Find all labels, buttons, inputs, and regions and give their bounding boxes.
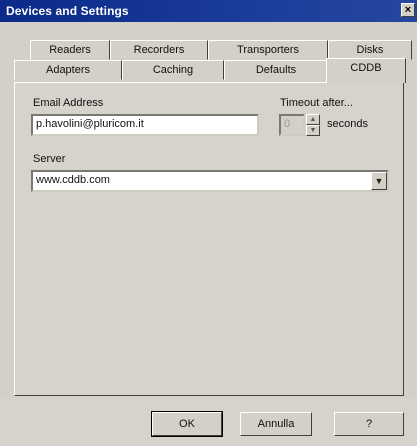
help-button[interactable]: ? xyxy=(334,412,404,436)
tab-transporters[interactable]: Transporters xyxy=(208,40,328,60)
timeout-field[interactable]: 0 xyxy=(279,114,305,136)
timeout-spin-up[interactable]: ▲ xyxy=(306,114,320,125)
timeout-label: Timeout after... xyxy=(280,97,353,109)
cddb-panel: Email Address p.havolini@pluricom.it Tim… xyxy=(14,82,404,396)
title-bar[interactable]: Devices and Settings × xyxy=(0,0,417,22)
cancel-button[interactable]: Annulla xyxy=(240,412,312,436)
server-select[interactable]: www.cddb.com xyxy=(31,170,389,192)
timeout-spin-down[interactable]: ▼ xyxy=(306,125,320,136)
chevron-down-icon: ▼ xyxy=(309,127,317,134)
close-button[interactable]: × xyxy=(401,3,415,17)
window-title: Devices and Settings xyxy=(6,4,129,18)
timeout-unit: seconds xyxy=(327,118,368,130)
tab-readers[interactable]: Readers xyxy=(30,40,110,60)
close-icon: × xyxy=(404,4,412,16)
tab-recorders[interactable]: Recorders xyxy=(110,40,208,60)
chevron-up-icon: ▲ xyxy=(309,116,317,123)
tab-adapters[interactable]: Adapters xyxy=(14,60,122,80)
email-label: Email Address xyxy=(33,97,104,109)
server-dropdown-button[interactable]: ▼ xyxy=(371,172,387,190)
tab-cddb[interactable]: CDDB xyxy=(326,58,406,83)
chevron-down-icon: ▼ xyxy=(374,176,384,186)
email-field[interactable]: p.havolini@pluricom.it xyxy=(31,114,259,136)
server-label: Server xyxy=(33,153,66,165)
ok-button[interactable]: OK xyxy=(151,411,223,437)
tab-caching[interactable]: Caching xyxy=(122,60,224,80)
tab-disks[interactable]: Disks xyxy=(328,40,412,60)
tab-defaults[interactable]: Defaults xyxy=(224,60,328,80)
devices-settings-dialog: Devices and Settings × Readers Recorders… xyxy=(0,0,417,446)
